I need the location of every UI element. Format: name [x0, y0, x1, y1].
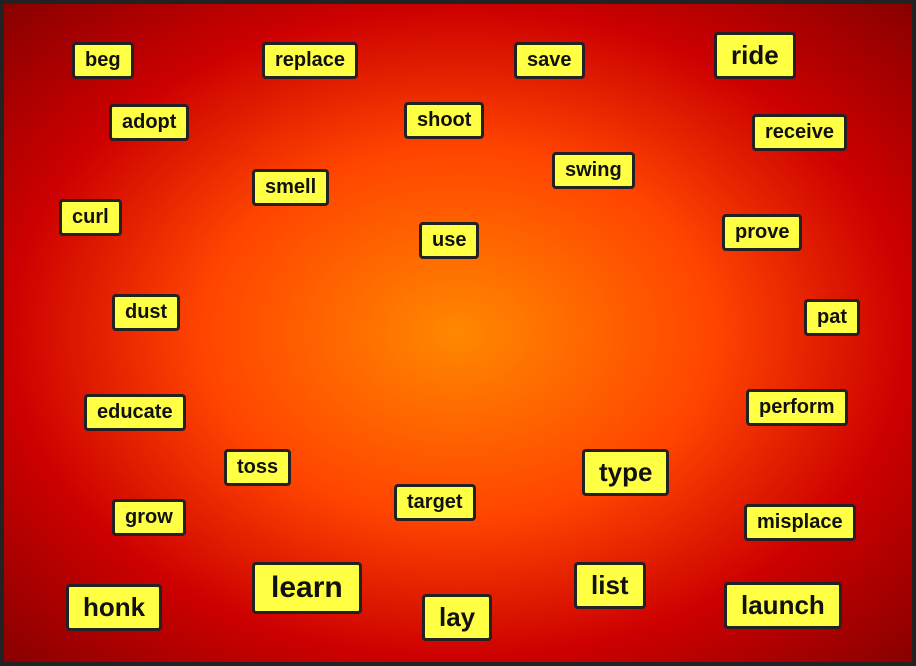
word-tag-target: target [394, 484, 476, 521]
word-tag-toss: toss [224, 449, 291, 486]
word-tag-smell: smell [252, 169, 329, 206]
word-tag-launch: launch [724, 582, 842, 629]
word-tag-adopt: adopt [109, 104, 189, 141]
word-tag-dust: dust [112, 294, 180, 331]
word-tag-prove: prove [722, 214, 802, 251]
word-tag-perform: perform [746, 389, 848, 426]
word-tag-curl: curl [59, 199, 122, 236]
word-tag-list: list [574, 562, 646, 609]
word-tag-save: save [514, 42, 585, 79]
word-tag-shoot: shoot [404, 102, 484, 139]
word-tag-honk: honk [66, 584, 162, 631]
word-tag-grow: grow [112, 499, 186, 536]
word-tag-pat: pat [804, 299, 860, 336]
word-tag-misplace: misplace [744, 504, 856, 541]
word-tag-receive: receive [752, 114, 847, 151]
word-tag-ride: ride [714, 32, 796, 79]
word-tag-educate: educate [84, 394, 186, 431]
word-tag-replace: replace [262, 42, 358, 79]
word-tag-swing: swing [552, 152, 635, 189]
word-tag-lay: lay [422, 594, 492, 641]
word-tag-beg: beg [72, 42, 134, 79]
word-tag-use: use [419, 222, 479, 259]
main-canvas: beg replace save ride adopt shoot receive swing… [0, 0, 916, 666]
word-tag-type: type [582, 449, 669, 496]
word-tag-learn: learn [252, 562, 362, 614]
